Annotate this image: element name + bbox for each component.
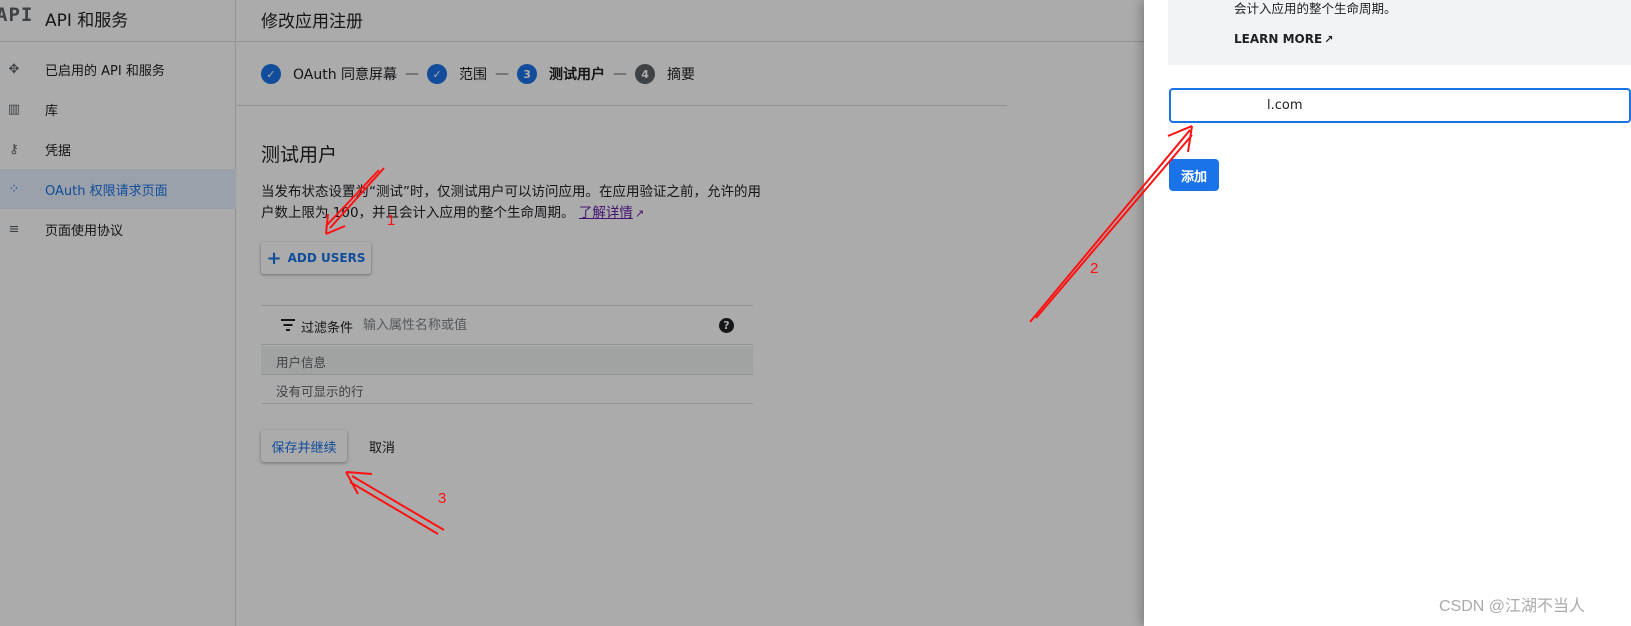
annotation-label-1: 1 bbox=[387, 212, 396, 229]
annotation-label-3: 3 bbox=[438, 490, 447, 507]
learn-more-label: LEARN MORE bbox=[1234, 32, 1323, 46]
user-email-input[interactable] bbox=[1169, 88, 1631, 123]
annotation-label-2: 2 bbox=[1090, 260, 1099, 277]
modal-scrim[interactable] bbox=[0, 0, 1144, 626]
add-button[interactable]: 添加 bbox=[1169, 159, 1219, 191]
add-users-panel: 会计入应用的整个生命周期。 LEARN MORE↗ 添加 bbox=[1144, 0, 1631, 626]
learn-more-link[interactable]: LEARN MORE ↗ bbox=[1234, 32, 1333, 46]
watermark: CSDN @江湖不当人 bbox=[1439, 598, 1586, 615]
external-link-icon: ↗ bbox=[1324, 33, 1334, 46]
info-text: 会计入应用的整个生命周期。 bbox=[1234, 1, 1397, 16]
info-box: 会计入应用的整个生命周期。 LEARN MORE ↗ bbox=[1168, 0, 1631, 65]
